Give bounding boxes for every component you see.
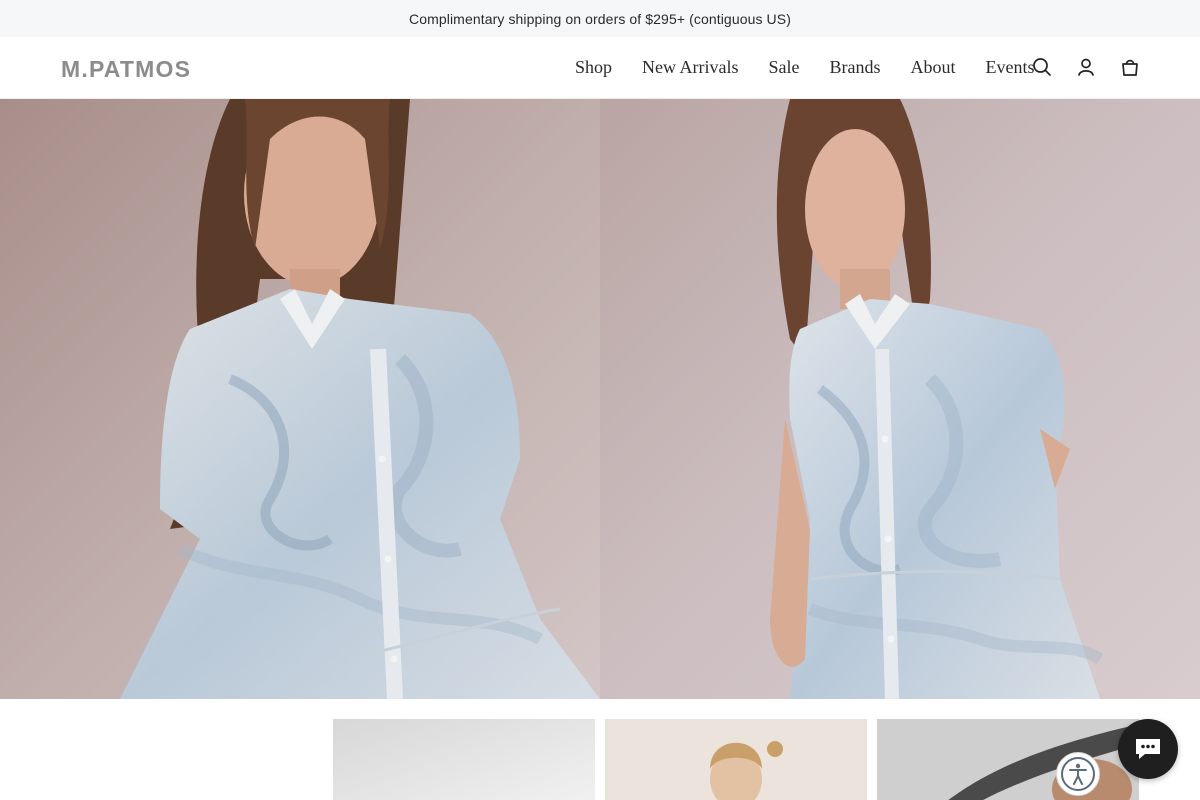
- chat-icon[interactable]: [1118, 719, 1178, 779]
- thumbnail-1[interactable]: [333, 719, 595, 800]
- cart-icon[interactable]: [1119, 56, 1141, 78]
- accessibility-icon[interactable]: [1056, 752, 1100, 796]
- model-right-photo[interactable]: [600, 99, 1200, 699]
- site-logo[interactable]: M.PATMOS: [61, 56, 191, 83]
- nav-about[interactable]: About: [911, 57, 956, 78]
- nav-sale[interactable]: Sale: [769, 57, 800, 78]
- main-nav: Shop New Arrivals Sale Brands About Even…: [575, 57, 1035, 78]
- search-icon[interactable]: [1031, 56, 1053, 78]
- product-thumbnails: [333, 719, 1139, 800]
- site-header: M.PATMOS Shop New Arrivals Sale Brands A…: [0, 37, 1200, 99]
- account-icon[interactable]: [1075, 56, 1097, 78]
- thumbnail-3[interactable]: [877, 719, 1139, 800]
- announcement-bar: Complimentary shipping on orders of $295…: [0, 0, 1200, 37]
- nav-shop[interactable]: Shop: [575, 57, 612, 78]
- model-left-photo[interactable]: [0, 99, 600, 699]
- nav-events[interactable]: Events: [986, 57, 1035, 78]
- nav-new-arrivals[interactable]: New Arrivals: [642, 57, 738, 78]
- nav-brands[interactable]: Brands: [830, 57, 881, 78]
- announcement-text: Complimentary shipping on orders of $295…: [409, 10, 791, 27]
- thumbnail-2[interactable]: [605, 719, 867, 800]
- hero-gallery: [0, 99, 1200, 699]
